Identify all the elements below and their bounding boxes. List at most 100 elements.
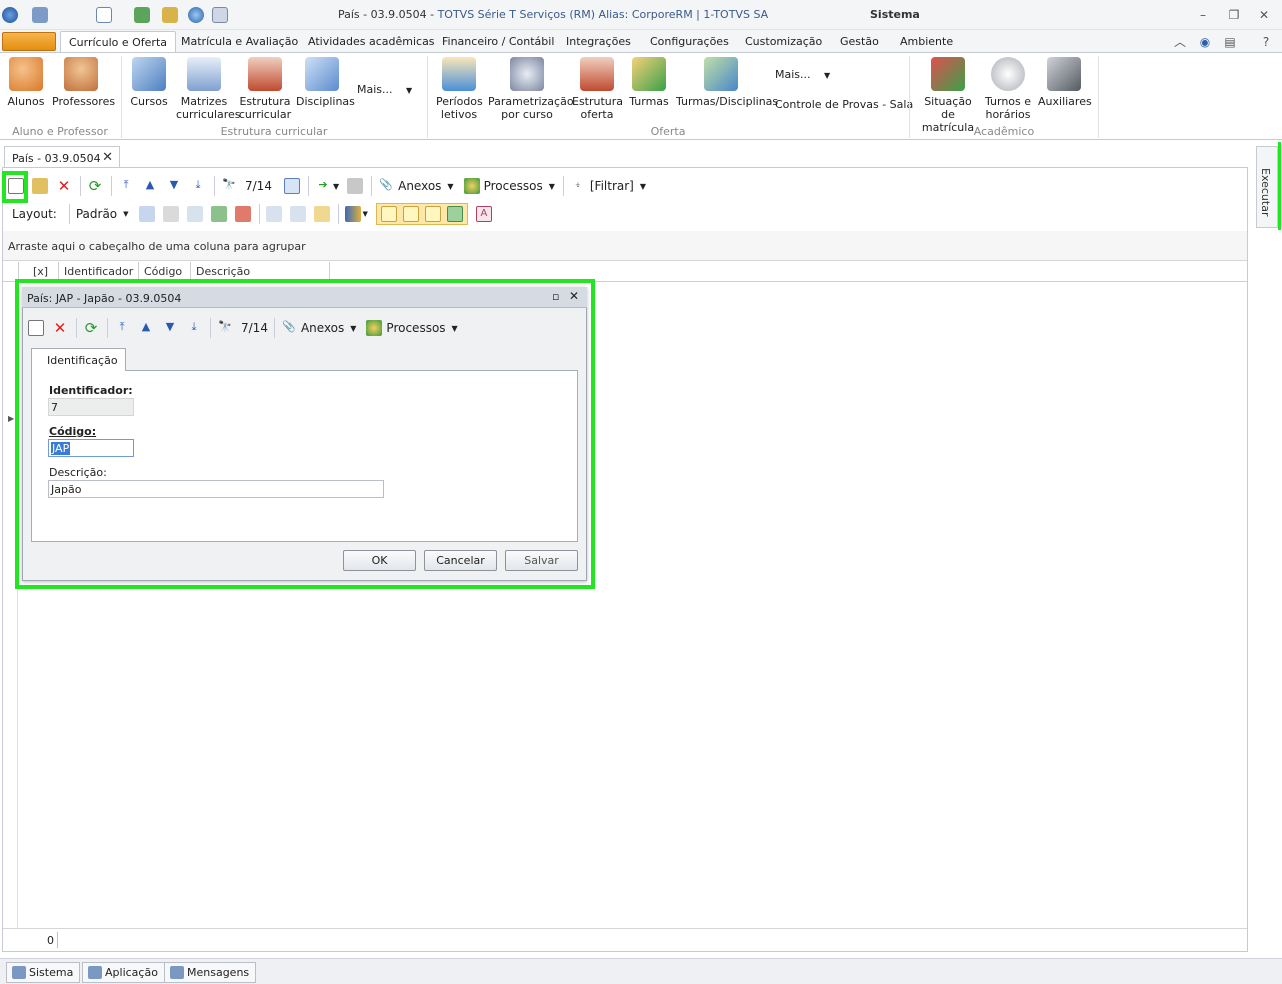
previous-record-icon[interactable]: ▲: [142, 178, 158, 194]
estrutura-curricular-button[interactable]: Estrutura curricular: [238, 57, 292, 121]
print-icon[interactable]: [347, 178, 364, 194]
dialog-anexos-button[interactable]: Anexos: [301, 321, 344, 335]
first-record-icon[interactable]: ⤒: [118, 178, 134, 194]
cursos-button[interactable]: Cursos: [128, 57, 170, 108]
tools-icon[interactable]: [162, 7, 178, 23]
alunos-button[interactable]: Alunos: [6, 57, 46, 108]
font-icon[interactable]: A: [475, 206, 492, 222]
codigo-field[interactable]: JAP: [48, 439, 134, 457]
tab-identificacao[interactable]: Identificação: [31, 348, 126, 371]
mais-button-2[interactable]: Mais...: [775, 68, 811, 81]
cancel-button[interactable]: Cancelar: [424, 550, 497, 571]
save-button[interactable]: Salvar: [505, 550, 578, 571]
layout-import-icon[interactable]: [210, 206, 227, 222]
app-logo-icon[interactable]: [2, 7, 18, 23]
ok-button[interactable]: OK: [343, 550, 416, 571]
bottom-tab-sistema[interactable]: Sistema: [6, 962, 81, 983]
quick-access-icon[interactable]: [32, 7, 48, 23]
dropdown-arrow-icon[interactable]: ▼: [350, 324, 356, 333]
dropdown-arrow-icon[interactable]: ▼: [333, 182, 339, 191]
last-record-icon[interactable]: ⤓: [190, 178, 206, 194]
collapse-ribbon-icon[interactable]: ︿: [1172, 34, 1188, 50]
parametrizacao-button[interactable]: Parametrização por curso: [488, 57, 574, 121]
tab-integracoes[interactable]: Integrações: [566, 35, 631, 48]
help-icon[interactable]: ?: [1258, 34, 1274, 50]
tab-matricula[interactable]: Matrícula e Avaliação: [181, 35, 298, 48]
dropdown-arrow-icon[interactable]: ▼: [123, 210, 128, 218]
auxiliares-button[interactable]: Auxiliares: [1038, 57, 1092, 108]
turmas-button[interactable]: Turmas: [628, 57, 670, 108]
descricao-field[interactable]: Japão: [48, 480, 384, 498]
tab-curriculo[interactable]: Currículo e Oferta: [60, 31, 177, 53]
matrizes-button[interactable]: Matrizes curriculares: [176, 57, 241, 121]
view-option-1-icon[interactable]: [380, 206, 397, 222]
grid-view-icon[interactable]: [283, 178, 300, 194]
column-select[interactable]: [x]: [33, 265, 48, 278]
minimize-icon[interactable]: –: [1195, 7, 1211, 23]
disciplinas-button[interactable]: Disciplinas: [296, 57, 355, 108]
layout-export-icon[interactable]: [234, 206, 251, 222]
periodos-button[interactable]: Períodos letivos: [436, 57, 483, 121]
first-record-icon[interactable]: ⤒: [114, 320, 130, 336]
view-option-3-icon[interactable]: [424, 206, 441, 222]
tab-gestao[interactable]: Gestão: [840, 35, 879, 48]
sum-icon[interactable]: [289, 206, 306, 222]
dropdown-arrow-icon[interactable]: ▼: [824, 69, 830, 82]
refresh-icon[interactable]: ⟳: [83, 320, 99, 336]
previous-record-icon[interactable]: ▲: [138, 320, 154, 336]
next-record-icon[interactable]: ▼: [162, 320, 178, 336]
help-globe-icon[interactable]: ◉: [1197, 34, 1213, 50]
column-codigo[interactable]: Código: [144, 265, 182, 278]
view-option-4-icon[interactable]: [446, 206, 463, 222]
turnos-horarios-button[interactable]: Turnos e horários: [984, 57, 1032, 121]
chart-icon[interactable]: [344, 206, 361, 222]
tab-financeiro[interactable]: Financeiro / Contábil: [442, 35, 554, 48]
delete-icon[interactable]: ✕: [52, 320, 68, 336]
binoculars-icon[interactable]: 🔭: [217, 320, 233, 336]
estrutura-oferta-button[interactable]: Estrutura oferta: [572, 57, 623, 121]
dropdown-arrow-icon[interactable]: ▼: [640, 182, 646, 191]
delete-icon[interactable]: ✕: [56, 178, 72, 194]
sort-icon[interactable]: [265, 206, 282, 222]
globe-icon[interactable]: [188, 7, 204, 23]
anexos-button[interactable]: Anexos: [398, 179, 441, 193]
next-record-icon[interactable]: ▼: [166, 178, 182, 194]
group-by-area[interactable]: Arraste aqui o cabeçalho de uma coluna p…: [3, 231, 1247, 261]
tab-atividades[interactable]: Atividades acadêmicas: [308, 35, 435, 48]
file-menu-button[interactable]: [2, 32, 56, 51]
professores-button[interactable]: Professores: [52, 57, 115, 108]
last-record-icon[interactable]: ⤓: [186, 320, 202, 336]
highlight-rows-icon[interactable]: [313, 206, 330, 222]
layout-icon[interactable]: ▤: [1222, 34, 1238, 50]
filtrar-button[interactable]: [Filtrar]: [590, 179, 634, 193]
turmas-disciplinas-button[interactable]: Turmas/Disciplinas: [676, 57, 778, 108]
maximize-icon[interactable]: ▫: [552, 290, 559, 303]
column-identificador[interactable]: Identificador: [64, 265, 133, 278]
close-icon[interactable]: ✕: [1256, 7, 1272, 23]
close-tab-icon[interactable]: ✕: [102, 150, 113, 165]
export-arrow-icon[interactable]: ➔: [315, 178, 331, 194]
bottom-tab-aplicacao[interactable]: Aplicação: [82, 962, 165, 983]
processos-button[interactable]: Processos: [484, 179, 543, 193]
column-descricao[interactable]: Descrição: [196, 265, 250, 278]
dialog-processos-button[interactable]: Processos: [386, 321, 445, 335]
dropdown-arrow-icon[interactable]: ▼: [406, 84, 412, 97]
document-tab[interactable]: País - 03.9.0504 ✕: [4, 146, 120, 168]
dropdown-arrow-icon[interactable]: ▼: [447, 182, 453, 191]
layout-select[interactable]: Padrão: [76, 207, 117, 221]
dropdown-arrow-icon[interactable]: ▼: [363, 210, 368, 218]
copy-icon[interactable]: [212, 7, 228, 23]
tab-configuracoes[interactable]: Configurações: [650, 35, 729, 48]
binoculars-icon[interactable]: 🔭: [221, 178, 237, 194]
tab-customizacao[interactable]: Customização: [745, 35, 822, 48]
tab-ambiente[interactable]: Ambiente: [900, 35, 953, 48]
dialog-title-bar[interactable]: País: JAP - Japão - 03.9.0504 ▫ ✕: [22, 287, 587, 308]
situacao-matricula-button[interactable]: Situação de matrícula: [916, 57, 980, 134]
refresh-icon[interactable]: ⟳: [87, 178, 103, 194]
controle-provas-button[interactable]: Controle de Provas - Sala: [775, 98, 913, 111]
view-option-2-icon[interactable]: [402, 206, 419, 222]
mais-button-1[interactable]: Mais...: [357, 83, 393, 96]
dropdown-arrow-icon[interactable]: ▼: [549, 182, 555, 191]
export-icon[interactable]: [134, 7, 150, 23]
new-icon[interactable]: [28, 320, 44, 336]
